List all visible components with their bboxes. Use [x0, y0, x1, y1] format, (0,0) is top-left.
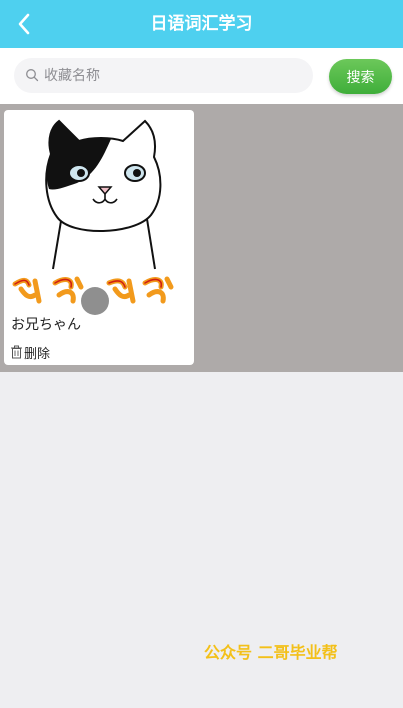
favorite-name: お兄ちゃん — [11, 317, 81, 333]
search-box[interactable] — [14, 58, 313, 93]
search-button[interactable]: 搜索 — [329, 59, 392, 94]
delete-label: 删除 — [24, 346, 51, 362]
favorites-list: お兄ちゃん 删除 — [0, 104, 403, 372]
delete-button[interactable]: 删除 — [10, 342, 50, 362]
trash-icon — [11, 345, 22, 359]
search-icon — [26, 69, 39, 82]
search-bar: 搜索 — [0, 48, 403, 104]
favorite-image — [11, 119, 187, 315]
back-button[interactable] — [8, 8, 40, 40]
app-header: 日语词汇学习 — [0, 0, 403, 48]
search-input[interactable] — [44, 58, 306, 93]
page-title: 日语词汇学习 — [150, 14, 253, 34]
watermark-text: 公众号 二哥毕业帮 — [204, 643, 338, 662]
chevron-left-icon — [18, 13, 30, 35]
favorite-card[interactable]: お兄ちゃん 删除 — [4, 110, 194, 365]
